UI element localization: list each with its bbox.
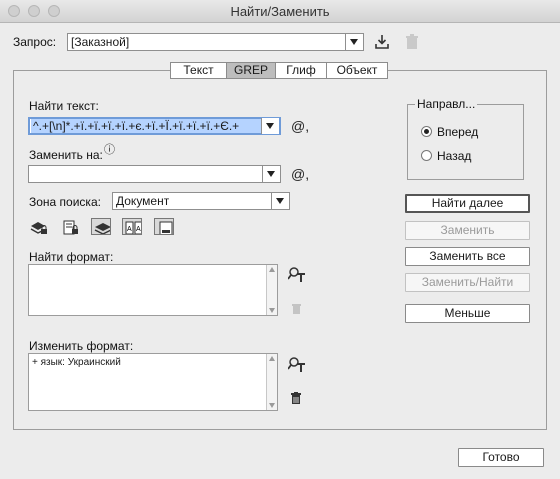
tab-text[interactable]: Текст xyxy=(170,62,227,79)
clear-change-format-icon[interactable] xyxy=(290,392,302,405)
replace-button[interactable]: Заменить xyxy=(405,221,530,240)
fewer-options-button[interactable]: Меньше xyxy=(405,304,530,323)
find-next-button[interactable]: Найти далее xyxy=(405,194,530,213)
info-icon[interactable]: ⓘ xyxy=(104,141,115,157)
svg-text:A: A xyxy=(127,226,132,233)
include-hidden-layers-icon[interactable] xyxy=(91,218,111,235)
find-text-label: Найти текст: xyxy=(29,99,99,113)
svg-text:A: A xyxy=(136,226,141,233)
change-format-scrollbar[interactable] xyxy=(266,354,277,410)
include-footnotes-icon[interactable] xyxy=(154,218,174,235)
replace-find-button[interactable]: Заменить/Найти xyxy=(405,273,530,292)
tab-grep[interactable]: GREP xyxy=(226,62,276,79)
delete-query-icon[interactable] xyxy=(405,34,419,50)
find-text-value: ^.+[\n]*.+ï.+ï.+ï.+ï.+є.+ï.+Ï.+ï.+ï.+ï.+… xyxy=(31,119,262,133)
backward-radio[interactable] xyxy=(421,150,432,161)
search-scope-value: Документ xyxy=(116,194,170,208)
query-value: [Заказной] xyxy=(71,35,130,49)
search-scope-label: Зона поиска: xyxy=(29,195,101,209)
find-format-box[interactable] xyxy=(28,264,278,316)
special-characters-find-icon[interactable]: @, xyxy=(291,118,309,134)
find-text-input[interactable]: ^.+[\n]*.+ï.+ï.+ï.+ï.+є.+ï.+Ï.+ï.+ï.+ï.+… xyxy=(28,117,281,135)
backward-label: Назад xyxy=(437,149,472,163)
find-format-scrollbar[interactable] xyxy=(266,265,277,315)
direction-group xyxy=(407,104,524,180)
chevron-down-icon xyxy=(271,193,289,209)
window-title: Найти/Заменить xyxy=(230,4,330,19)
chevron-down-icon xyxy=(261,118,279,134)
change-format-value: + язык: Украинский xyxy=(32,357,121,368)
search-scope-dropdown[interactable]: Документ xyxy=(112,192,290,210)
replace-input[interactable] xyxy=(28,165,281,183)
specify-change-format-icon[interactable] xyxy=(288,356,306,373)
forward-label: Вперед xyxy=(437,125,479,139)
include-locked-layers-icon[interactable] xyxy=(29,219,49,236)
direction-label: Направл... xyxy=(415,97,478,111)
special-characters-replace-icon[interactable]: @, xyxy=(291,166,309,182)
chevron-down-icon xyxy=(345,34,363,50)
change-format-label: Изменить формат: xyxy=(29,339,134,353)
specify-find-format-icon[interactable] xyxy=(288,266,306,283)
include-master-pages-icon[interactable]: AA xyxy=(122,218,142,235)
tab-glyph[interactable]: Глиф xyxy=(275,62,327,79)
chevron-down-icon xyxy=(262,166,280,182)
replace-all-button[interactable]: Заменить все xyxy=(405,247,530,266)
forward-radio[interactable] xyxy=(421,126,432,137)
clear-find-format-icon[interactable] xyxy=(291,303,302,315)
find-format-label: Найти формат: xyxy=(29,250,114,264)
change-format-box[interactable]: + язык: Украинский xyxy=(28,353,278,411)
query-label: Запрос: xyxy=(13,35,57,49)
query-dropdown[interactable]: [Заказной] xyxy=(67,33,364,51)
save-query-icon[interactable] xyxy=(374,34,390,50)
replace-label: Заменить на: xyxy=(29,148,103,162)
include-locked-stories-icon[interactable] xyxy=(61,219,81,236)
tab-object[interactable]: Объект xyxy=(326,62,388,79)
done-button[interactable]: Готово xyxy=(458,448,544,467)
